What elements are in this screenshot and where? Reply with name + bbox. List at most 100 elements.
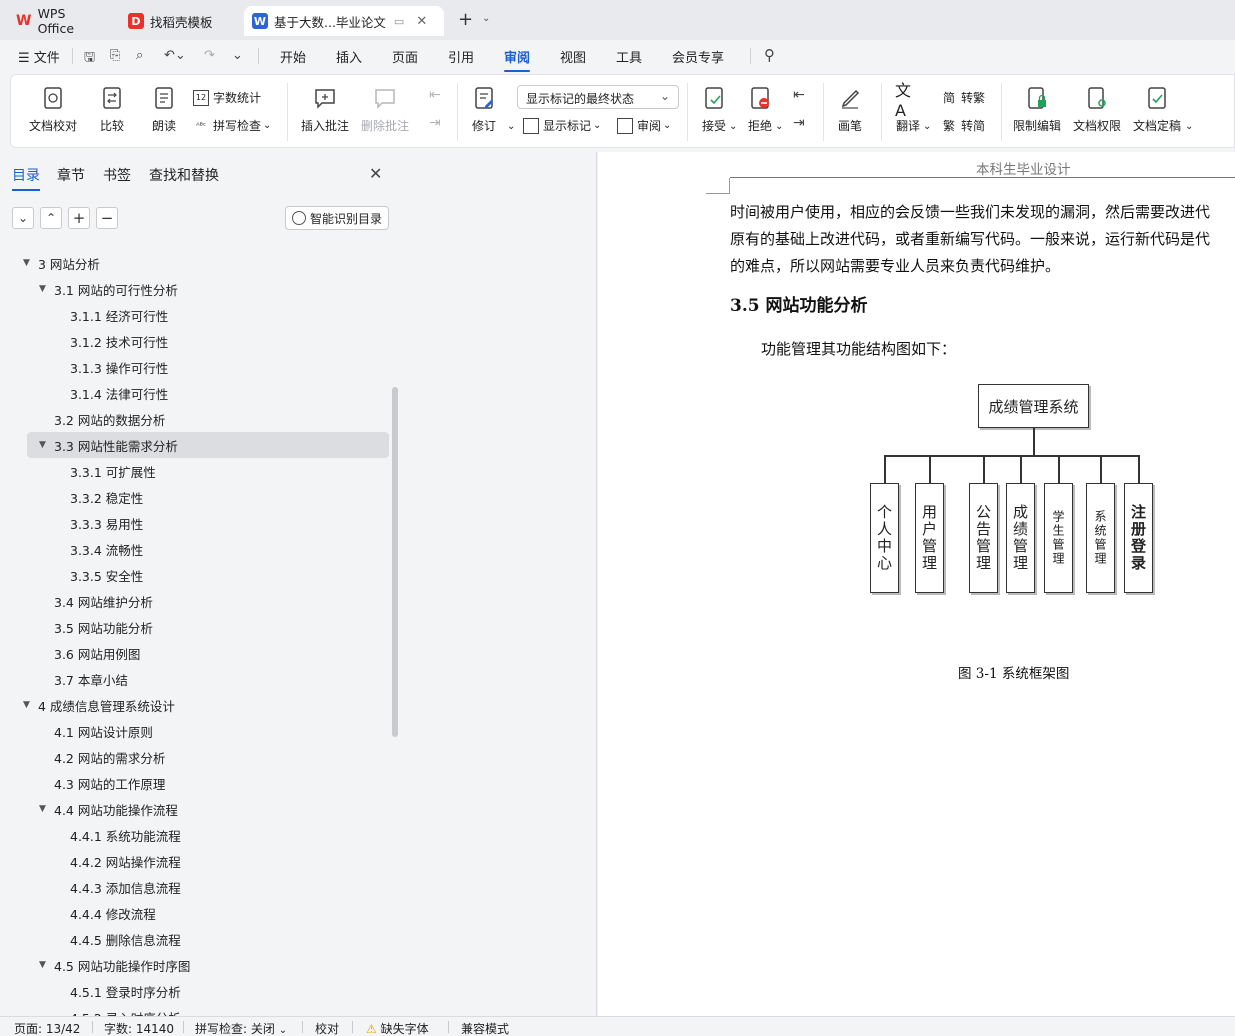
nav-scrollbar[interactable] xyxy=(392,387,398,737)
toc-item[interactable]: 4.2 网站的需求分析 xyxy=(0,744,395,770)
toc-item[interactable]: 4.4.5 删除信息流程 xyxy=(0,926,395,952)
close-icon[interactable]: ✕ xyxy=(369,164,382,183)
new-tab-button[interactable]: + xyxy=(458,9,473,30)
toc-item[interactable]: 3.1.2 技术可行性 xyxy=(0,328,395,354)
toc-item[interactable]: 4.4.4 修改流程 xyxy=(0,900,395,926)
expand-all-icon[interactable]: ⌄ xyxy=(12,207,34,229)
to-traditional-button[interactable]: 简 转繁 xyxy=(941,89,985,106)
toc-item[interactable]: 4.4.2 网站操作流程 xyxy=(0,848,395,874)
tab-document[interactable]: W 基于大数...毕业论文 ▭ ✕ xyxy=(244,6,444,36)
redo-icon[interactable]: ↷ xyxy=(204,48,215,63)
spell-check-button[interactable]: ᴬᴮᶜ 拼写检查 ⌄ xyxy=(193,117,271,134)
revise-button[interactable]: 修订 ⌄ xyxy=(471,85,515,134)
toc-item[interactable]: 3.3.1 可扩展性 xyxy=(0,458,395,484)
compare-button[interactable]: 比较 xyxy=(99,85,125,134)
menu-review[interactable]: 审阅 xyxy=(504,47,531,72)
toc-item[interactable]: ▼ 4 成绩信息管理系统设计 xyxy=(0,692,395,718)
menu-page[interactable]: 页面 xyxy=(392,47,418,66)
toc-item[interactable]: ▼ 4.5 网站功能操作时序图 xyxy=(0,952,395,978)
expand-triangle-icon[interactable]: ▼ xyxy=(39,284,46,294)
word-count-button[interactable]: 12 字数统计 xyxy=(193,89,261,106)
prev-change-icon[interactable]: ⇤ xyxy=(793,87,805,103)
insert-comment-button[interactable]: 插入批注 xyxy=(301,85,349,134)
toc-item[interactable]: 4.4.1 系统功能流程 xyxy=(0,822,395,848)
toc-item[interactable]: 3.3.4 流畅性 xyxy=(0,536,395,562)
toc-item[interactable]: ▼ 3.3 网站性能需求分析 xyxy=(27,432,389,458)
toc-item[interactable]: ▼ 3.1 网站的可行性分析 xyxy=(0,276,395,302)
file-menu[interactable]: ☰ 文件 xyxy=(18,47,60,66)
nav-tab-find-replace[interactable]: 查找和替换 xyxy=(149,165,219,185)
reject-button[interactable]: 拒绝 ⌄ xyxy=(747,85,783,134)
save-icon[interactable]: 🖫 xyxy=(84,48,95,70)
chevron-down-icon[interactable]: ⌄ xyxy=(232,48,243,63)
toc-item[interactable]: 4.5.1 登录时序分析 xyxy=(0,978,395,1004)
proofread-status[interactable]: 校对 xyxy=(315,1020,339,1036)
spell-check-status[interactable]: 拼写检查: 关闭 ⌄ xyxy=(195,1020,287,1036)
translate-button[interactable]: 文A 翻译 ⌄ xyxy=(895,81,931,134)
doc-permission-button[interactable]: 文档权限 xyxy=(1073,85,1121,134)
nav-tab-bookmarks[interactable]: 书签 xyxy=(103,165,131,185)
show-markup-button[interactable]: 显示标记 ⌄ xyxy=(523,117,601,134)
menu-member[interactable]: 会员专享 xyxy=(672,47,724,66)
to-simplified-button[interactable]: 繁 转简 xyxy=(941,117,985,134)
toc-item[interactable]: 3.7 本章小结 xyxy=(0,666,395,692)
delete-comment-button[interactable]: 删除批注 xyxy=(361,85,409,134)
toc-item[interactable]: ▼ 3 网站分析 xyxy=(0,250,395,276)
menu-tools[interactable]: 工具 xyxy=(616,47,642,66)
doc-check-button[interactable]: 文档校对 xyxy=(29,85,77,134)
pen-button[interactable]: 画笔 xyxy=(837,85,863,134)
tab-docer-templates[interactable]: D 找稻壳模板 xyxy=(120,6,238,36)
expand-triangle-icon[interactable]: ▼ xyxy=(39,804,46,814)
expand-triangle-icon[interactable]: ▼ xyxy=(39,960,46,970)
expand-triangle-icon[interactable]: ▼ xyxy=(23,258,30,268)
toc-item[interactable]: 3.3.3 易用性 xyxy=(0,510,395,536)
remove-heading-icon[interactable]: − xyxy=(96,207,118,229)
toc-item-label: 3.1.1 经济可行性 xyxy=(70,308,169,324)
markup-state-select[interactable]: 显示标记的最终状态 ⌄ xyxy=(517,85,679,109)
word-count-indicator[interactable]: 字数: 14140 xyxy=(104,1020,174,1036)
tab-window-icon[interactable]: ▭ xyxy=(394,15,404,28)
toc-item[interactable]: 3.1.1 经济可行性 xyxy=(0,302,395,328)
toc-item[interactable]: 3.6 网站用例图 xyxy=(0,640,395,666)
toc-item[interactable]: 4.1 网站设计原则 xyxy=(0,718,395,744)
expand-triangle-icon[interactable]: ▼ xyxy=(23,700,30,710)
chevron-down-icon[interactable]: ⌄ xyxy=(482,13,490,24)
read-aloud-button[interactable]: 朗读 xyxy=(151,85,177,134)
review-pane-button[interactable]: 审阅 ⌄ xyxy=(617,117,671,134)
nav-tab-chapters[interactable]: 章节 xyxy=(57,165,85,185)
page-indicator[interactable]: 页面: 13/42 xyxy=(14,1020,80,1036)
undo-icon[interactable]: ↶⌄ xyxy=(164,48,186,63)
collapse-all-icon[interactable]: ⌃ xyxy=(40,207,62,229)
add-heading-icon[interactable]: + xyxy=(68,207,90,229)
toc-item[interactable]: 3.1.3 操作可行性 xyxy=(0,354,395,380)
missing-font-status[interactable]: ⚠ 缺失字体 xyxy=(366,1020,429,1036)
menu-view[interactable]: 视图 xyxy=(560,47,586,66)
toc-item[interactable]: 4.3 网站的工作原理 xyxy=(0,770,395,796)
toc-item[interactable]: 3.3.5 安全性 xyxy=(0,562,395,588)
toc-item[interactable]: 4.4.3 添加信息流程 xyxy=(0,874,395,900)
accept-button[interactable]: 接受 ⌄ xyxy=(701,85,737,134)
menu-home[interactable]: 开始 xyxy=(280,47,306,66)
diagram-child-node: 注册登录 xyxy=(1124,483,1153,593)
restrict-edit-button[interactable]: 限制编辑 xyxy=(1013,85,1061,134)
toc-item[interactable]: 3.4 网站维护分析 xyxy=(0,588,395,614)
search-icon[interactable]: ⚲ xyxy=(764,46,775,64)
toc-item[interactable]: ▼ 4.4 网站功能操作流程 xyxy=(0,796,395,822)
close-icon[interactable]: ✕ xyxy=(416,14,427,29)
expand-triangle-icon[interactable]: ▼ xyxy=(39,440,46,450)
print-preview-icon[interactable]: ⌕ xyxy=(136,48,143,63)
toc-item[interactable]: 3.3.2 稳定性 xyxy=(0,484,395,510)
nav-tab-toc[interactable]: 目录 xyxy=(12,165,40,191)
menu-insert[interactable]: 插入 xyxy=(336,47,362,66)
tab-wps-office[interactable]: W WPS Office xyxy=(8,6,112,36)
toc-item[interactable]: 3.2 网站的数据分析 xyxy=(0,406,395,432)
toc-item[interactable]: 3.5 网站功能分析 xyxy=(0,614,395,640)
menu-references[interactable]: 引用 xyxy=(448,47,474,66)
prev-comment-icon[interactable]: ⇤ xyxy=(429,87,441,103)
toc-item[interactable]: 3.1.4 法律可行性 xyxy=(0,380,395,406)
doc-finalize-button[interactable]: 文档定稿 ⌄ xyxy=(1133,85,1193,134)
next-comment-icon[interactable]: ⇥ xyxy=(429,115,441,131)
export-icon[interactable]: ⎘ xyxy=(110,48,120,63)
smart-toc-button[interactable]: 智能识别目录 xyxy=(285,206,389,230)
next-change-icon[interactable]: ⇥ xyxy=(793,115,805,131)
